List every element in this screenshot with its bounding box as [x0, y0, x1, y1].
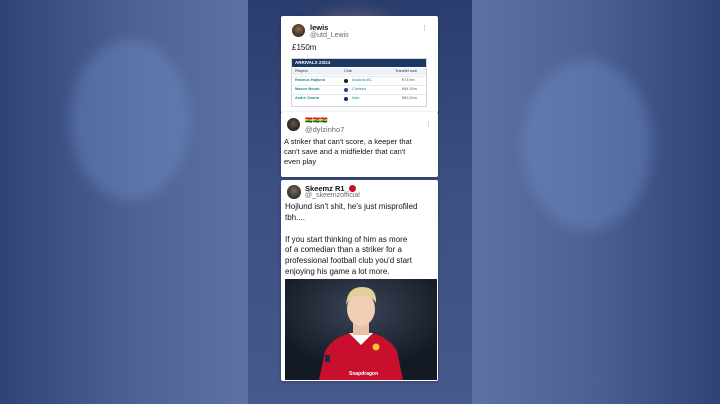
blurred-background-left: [0, 0, 248, 404]
red-badge-icon: [348, 185, 356, 192]
tweet-text-line: can't save and a midfielder that can't: [284, 147, 406, 157]
transfer-fee: €73.9m: [402, 78, 415, 82]
snapdragon-logo: Snapdragon: [349, 371, 379, 377]
column-header: Transfer sum: [395, 69, 418, 73]
tweet-text-line: tbh....: [285, 212, 306, 222]
transfer-fee: €64.20m: [402, 87, 417, 91]
tweet-text-line: Hojlund isn't shit, he's just misprofile…: [285, 202, 418, 211]
club-crest-icon: [344, 87, 348, 92]
tweet-text: £150m: [292, 43, 317, 52]
more-options-icon[interactable]: ⋮: [425, 120, 433, 128]
tweet-photo-player[interactable]: Snapdragon: [285, 279, 437, 380]
tweet-card-dylzinho[interactable]: 🇬🇭🇬🇭🇬🇭 @dylzinho7 ⋮ A striker that can't…: [281, 112, 438, 177]
transfer-table-image[interactable]: ARRIVALS 23/24 Players Club Transfer sum…: [291, 58, 427, 107]
club-crest-icon: [344, 96, 348, 101]
avatar[interactable]: [292, 24, 305, 37]
table-header-row: Players Club Transfer sum: [292, 68, 426, 75]
display-name[interactable]: 🇬🇭🇬🇭🇬🇭: [305, 117, 327, 124]
avatar[interactable]: [287, 118, 300, 131]
blurred-background-right: [472, 0, 720, 404]
player-name: Mason Mount: [295, 87, 320, 91]
table-row: Mason Mount Chelsea €64.20m: [292, 85, 426, 93]
tweet-text-line: A striker that can't score, a keeper tha…: [284, 137, 412, 146]
club-name: Atalanta BC: [352, 78, 373, 82]
table-row: André Onana Inter €50.20m: [292, 94, 426, 102]
table-row: Rasmus Højlund Atalanta BC €73.9m: [292, 76, 426, 84]
club-name: Inter: [352, 96, 360, 100]
background-blur: [70, 40, 190, 200]
player-name: André Onana: [295, 96, 319, 100]
column-header: Players: [295, 69, 308, 73]
user-handle[interactable]: @utd_Lewis: [310, 32, 349, 39]
background-blur: [522, 60, 652, 230]
display-name[interactable]: lewis: [310, 23, 328, 32]
column-header: Club: [344, 69, 352, 73]
tweet-text: A striker that can't score, a keeper tha…: [284, 137, 436, 167]
club-name: Chelsea: [352, 87, 366, 91]
table-title: ARRIVALS 23/24: [292, 59, 426, 67]
player-illustration: [285, 279, 437, 380]
user-handle[interactable]: @_skeemzofficial: [305, 192, 360, 199]
tweet-card-lewis[interactable]: lewis @utd_Lewis ⋮ £150m ARRIVALS 23/24 …: [281, 16, 438, 113]
tweet-text-line: even play: [284, 157, 317, 167]
club-crest-icon: [344, 78, 348, 83]
user-handle[interactable]: @dylzinho7: [305, 125, 344, 134]
avatar[interactable]: [287, 185, 301, 199]
tweet-text-line: professional football club you'd start: [285, 256, 412, 266]
tweet-text-line: enjoying his game a lot more.: [285, 266, 390, 276]
more-options-icon[interactable]: ⋮: [421, 24, 429, 32]
player-name: Rasmus Højlund: [295, 78, 325, 82]
tweet-text-line: of a comedian than a striker for a: [285, 245, 402, 255]
tweet-text-line: If you start thinking of him as more: [285, 234, 408, 244]
transfer-fee: €50.20m: [402, 96, 417, 100]
tweet-text: Hojlund isn't shit, he's just misprofile…: [285, 202, 437, 278]
